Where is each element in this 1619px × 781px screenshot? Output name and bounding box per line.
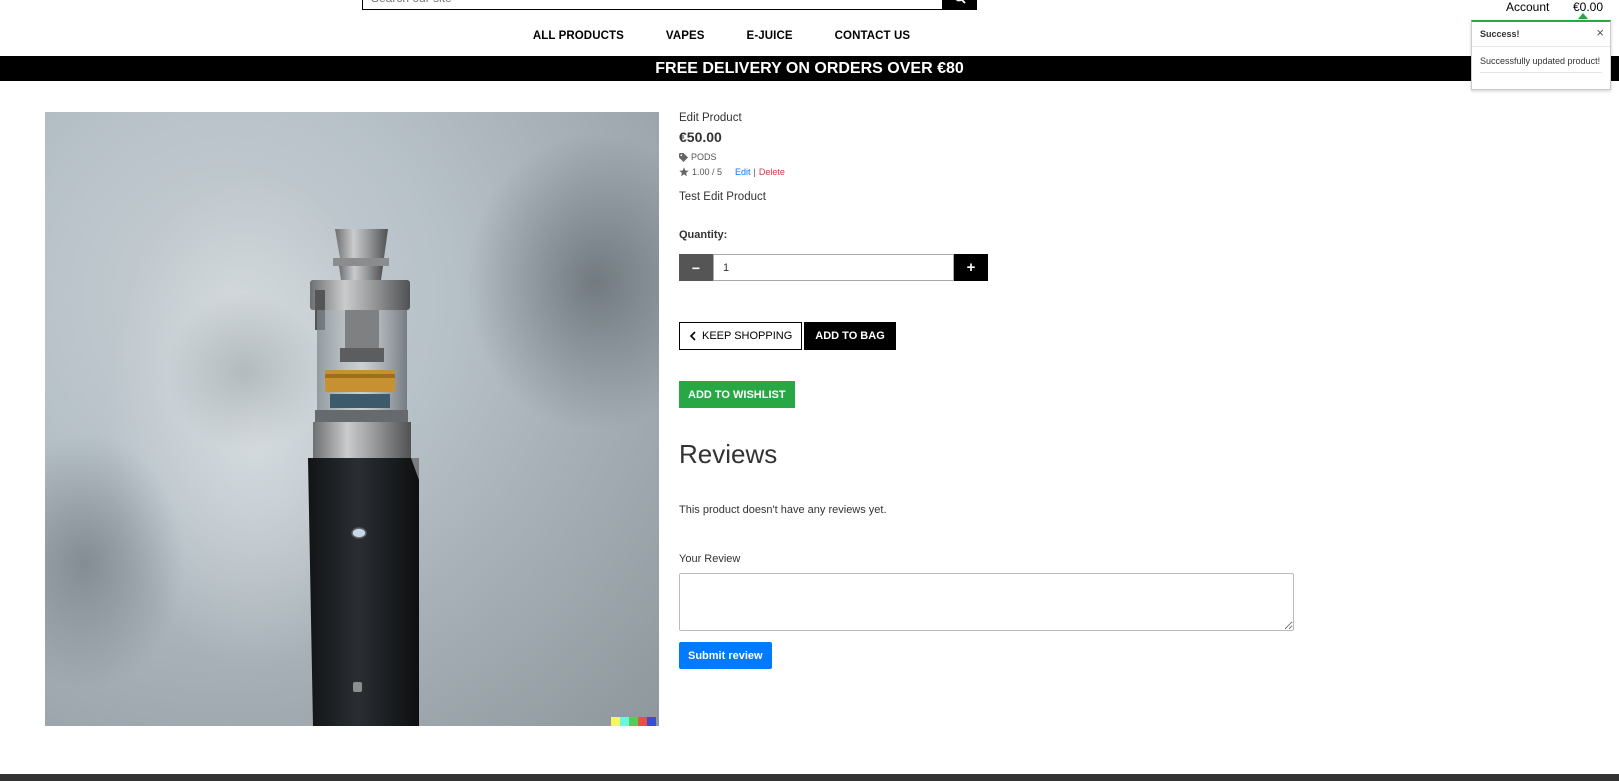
no-reviews-message: This product doesn't have any reviews ye… — [679, 504, 887, 516]
quantity-stepper: − + — [679, 254, 988, 281]
cart-total[interactable]: €0.00 — [1573, 0, 1603, 14]
toast-title: Success! — [1480, 29, 1520, 39]
add-to-bag-button[interactable]: ADD TO BAG — [804, 322, 896, 350]
toast-divider — [1472, 46, 1610, 47]
product-actions: KEEP SHOPPING ADD TO BAG — [679, 322, 896, 350]
increment-quantity-button[interactable]: + — [954, 254, 988, 281]
nav-contact-us[interactable]: CONTACT US — [814, 30, 932, 42]
edit-product-link[interactable]: Edit — [735, 167, 751, 177]
decrement-quantity-button[interactable]: − — [679, 254, 713, 281]
keep-shopping-label: KEEP SHOPPING — [702, 330, 793, 342]
toast-divider — [1480, 72, 1602, 73]
nav-all-products[interactable]: ALL PRODUCTS — [512, 30, 645, 42]
nav-e-juice[interactable]: E-JUICE — [726, 30, 814, 42]
toast-message: Successfully updated product! — [1480, 56, 1601, 66]
submit-review-button[interactable]: Submit review — [679, 642, 772, 669]
rating-value: 1.00 / 5 — [692, 167, 723, 177]
watermark-color-strip — [611, 717, 656, 726]
vape-device-illustration — [308, 229, 419, 726]
close-icon[interactable]: × — [1596, 25, 1604, 40]
product-image — [45, 112, 659, 726]
keep-shopping-button[interactable]: KEEP SHOPPING — [679, 322, 803, 350]
quantity-label: Quantity: — [679, 229, 728, 241]
product-category[interactable]: PODS — [679, 152, 717, 162]
chevron-left-icon — [689, 331, 696, 341]
search-input[interactable] — [362, 0, 943, 10]
link-separator: | — [753, 167, 756, 177]
main-nav: ALL PRODUCTS VAPES E-JUICE CONTACT US — [0, 30, 1619, 42]
your-review-label: Your Review — [679, 553, 741, 565]
reviews-heading: Reviews — [679, 439, 778, 469]
product-rating-row: 1.00 / 5 Edit | Delete — [679, 167, 785, 177]
account-link[interactable]: Account — [1506, 0, 1549, 14]
product-price: €50.00 — [679, 129, 722, 145]
product-name: Edit Product — [679, 112, 742, 124]
success-toast: Success! × Successfully updated product! — [1471, 20, 1611, 90]
tag-icon — [679, 152, 688, 162]
review-textarea[interactable] — [679, 573, 1294, 631]
category-label: PODS — [691, 152, 717, 162]
quantity-input[interactable] — [713, 254, 954, 281]
nav-vapes[interactable]: VAPES — [645, 30, 726, 42]
search-icon — [955, 0, 966, 4]
footer — [0, 774, 1619, 781]
add-to-wishlist-button[interactable]: ADD TO WISHLIST — [679, 381, 795, 408]
toast-arrow — [1578, 13, 1588, 19]
delivery-banner: FREE DELIVERY ON ORDERS OVER €80 — [0, 56, 1619, 81]
star-icon — [679, 167, 689, 177]
product-description: Test Edit Product — [679, 191, 766, 203]
search-button[interactable] — [943, 0, 977, 10]
search-bar — [362, 0, 977, 10]
delete-product-link[interactable]: Delete — [759, 167, 785, 177]
